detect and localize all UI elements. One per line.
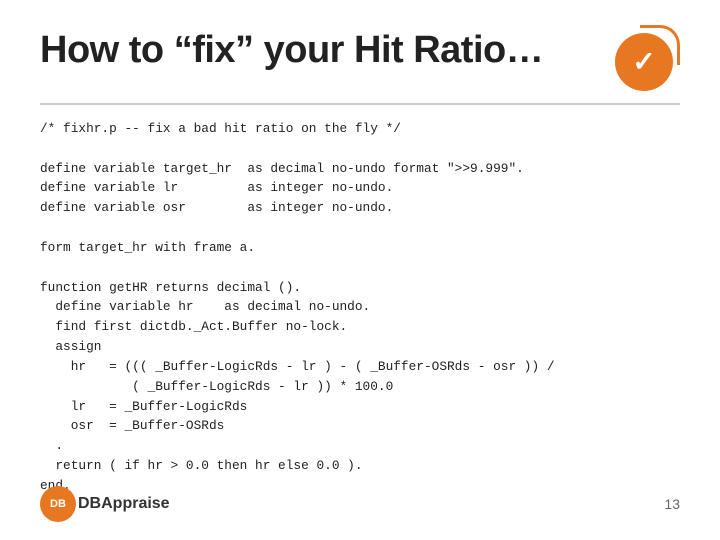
checkmark-decoration: ✓ [610,25,680,95]
logo-name-text: DBAppraise [78,495,170,512]
slide: How to “fix” your Hit Ratio… ✓ /* fixhr.… [0,0,720,540]
title-divider [40,103,680,105]
header-area: How to “fix” your Hit Ratio… ✓ [40,30,680,95]
slide-footer: DB DBAppraise 13 [40,486,680,522]
logo-icon: DB [40,486,76,522]
logo: DB DBAppraise [40,486,170,522]
slide-title: How to “fix” your Hit Ratio… [40,30,543,72]
logo-icon-text: DB [50,498,66,510]
code-content: /* fixhr.p -- fix a bad hit ratio on the… [40,119,680,496]
logo-name: DBAppraise [78,495,170,513]
page-number: 13 [664,496,680,512]
checkmark-icon: ✓ [632,48,655,76]
check-circle-icon: ✓ [615,33,673,91]
